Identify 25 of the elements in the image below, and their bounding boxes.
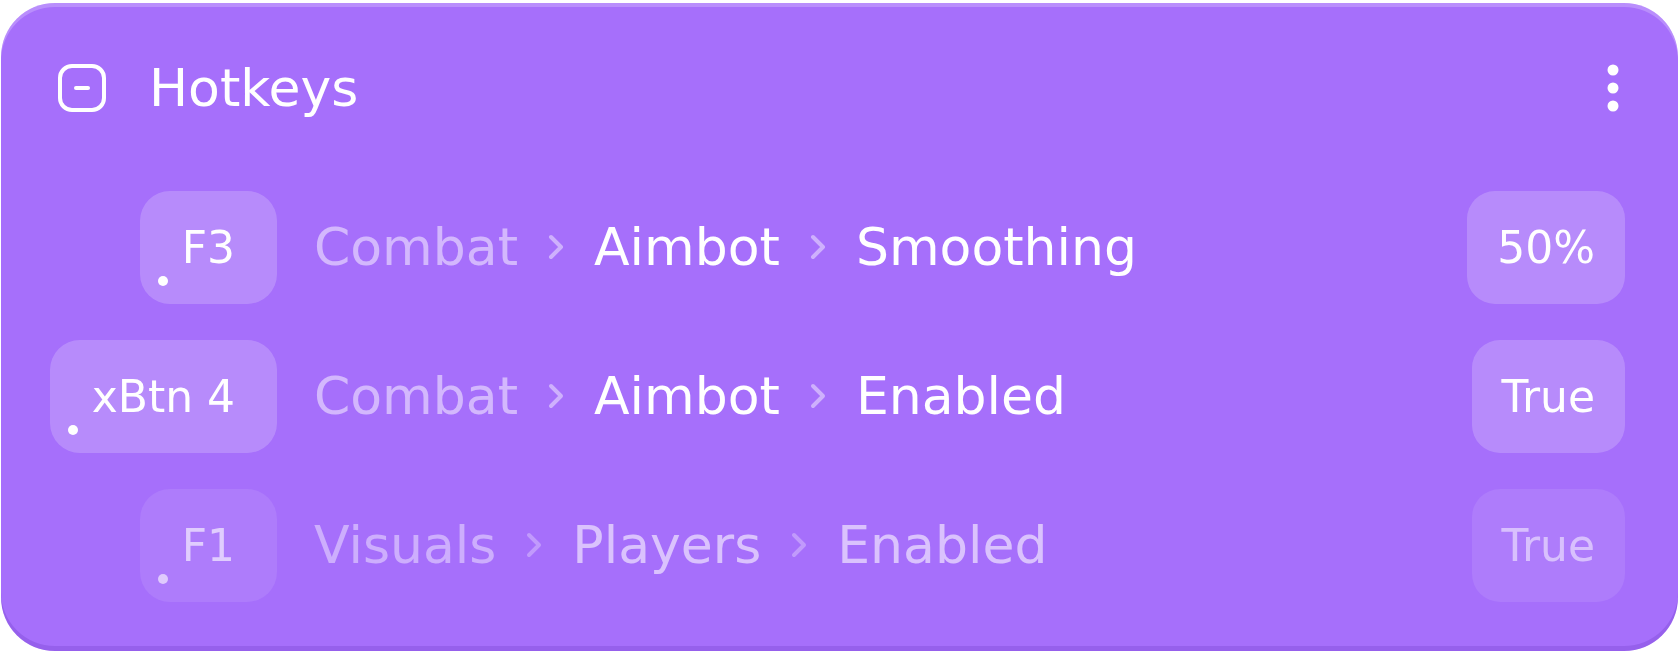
value-badge: True xyxy=(1471,489,1625,602)
breadcrumb-item: Aimbot xyxy=(594,216,780,279)
key-button[interactable]: F3 xyxy=(139,191,277,304)
key-button[interactable]: xBtn 4 xyxy=(49,340,277,453)
breadcrumb-item: Combat xyxy=(314,216,519,279)
dot-icon xyxy=(157,574,168,584)
chevron-right-icon xyxy=(809,383,826,410)
value-badge: True xyxy=(1471,340,1625,453)
breadcrumb-item: Enabled xyxy=(855,365,1067,428)
dot-icon xyxy=(157,276,168,286)
more-icon[interactable] xyxy=(1607,64,1619,112)
minus-square-icon xyxy=(57,63,107,113)
breadcrumb-item: Smoothing xyxy=(855,216,1137,279)
value-badge: 50% xyxy=(1467,191,1625,304)
dot-icon xyxy=(67,425,78,435)
chevron-right-icon xyxy=(791,532,808,559)
breadcrumb-item: Enabled xyxy=(837,514,1048,577)
breadcrumb-item: Aimbot xyxy=(594,365,780,428)
breadcrumb-item: Players xyxy=(572,514,762,577)
chevron-right-icon xyxy=(809,234,826,261)
breadcrumb-item: Visuals xyxy=(314,514,497,577)
breadcrumb-item: Combat xyxy=(314,365,519,428)
chevron-right-icon xyxy=(526,532,543,559)
chevron-right-icon xyxy=(548,383,565,410)
chevron-right-icon xyxy=(548,234,565,261)
